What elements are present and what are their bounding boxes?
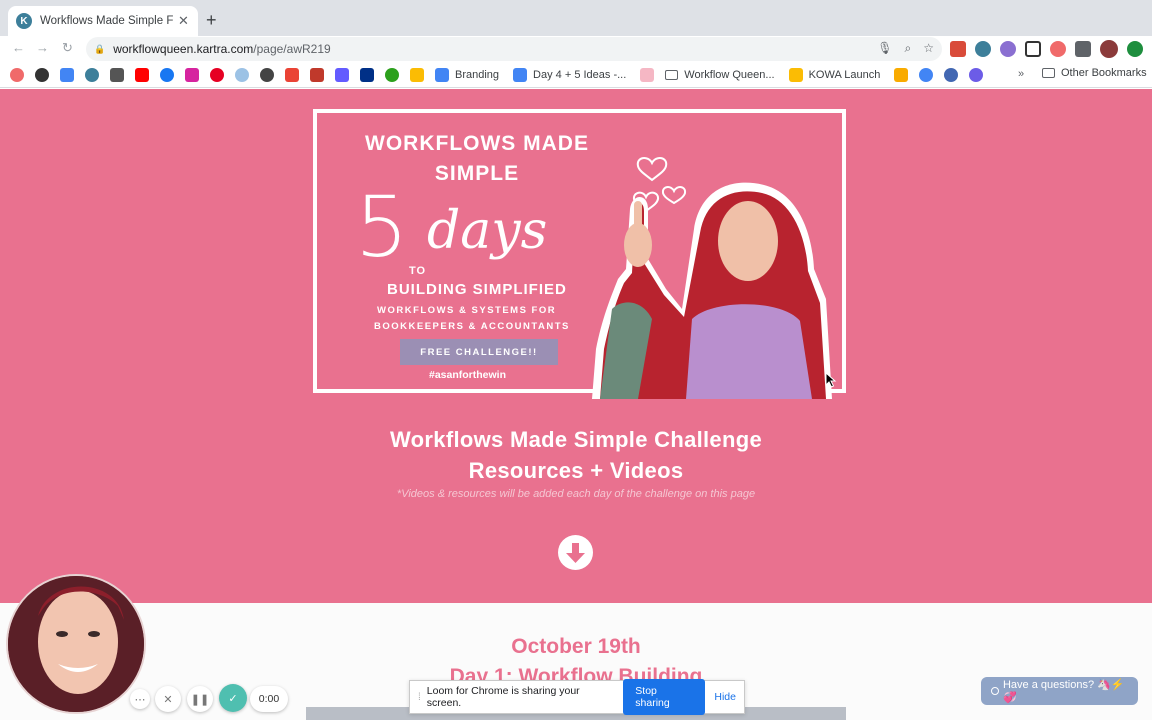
drive-icon xyxy=(788,67,803,82)
url-path: /page/awR219 xyxy=(253,42,331,56)
quickbooks-bookmark-icon[interactable] xyxy=(385,67,399,82)
extension-badge-icon[interactable] xyxy=(950,41,966,57)
bookmark-label: Day 4 + 5 Ideas -... xyxy=(533,68,627,81)
finish-recording-button[interactable]: ✓ xyxy=(219,684,247,712)
recording-timer: 0:00 xyxy=(250,686,288,712)
bookmark-day-ideas[interactable]: Day 4 + 5 Ideas -... xyxy=(513,67,627,82)
chat-label: Have a questions? 🦄⚡💞 xyxy=(1002,679,1125,704)
banner-hashtag: #asanforthewin xyxy=(429,369,507,381)
c-bookmark-icon[interactable] xyxy=(35,67,49,82)
calendar-bookmark-icon[interactable] xyxy=(60,67,74,82)
stop-sharing-button[interactable]: Stop sharing xyxy=(623,679,706,715)
pink-bookmark-icon[interactable] xyxy=(640,67,655,82)
chat-widget-button[interactable]: Have a questions? 🦄⚡💞 xyxy=(981,677,1138,705)
pause-recording-button[interactable]: ❚❚ xyxy=(187,686,213,712)
bookmark-workflow-queen[interactable]: Workflow Queen... xyxy=(665,68,775,81)
address-bar[interactable]: 🔒 workflowqueen.kartra.com/page/awR219 🎙… xyxy=(86,37,942,61)
youtube-bookmark-icon[interactable] xyxy=(135,67,149,82)
facebook-bookmark-icon[interactable] xyxy=(160,67,174,82)
asana-extension-icon[interactable] xyxy=(1050,41,1066,57)
more-options-icon[interactable]: ⋯ xyxy=(130,689,150,709)
resources-note: *Videos & resources will be added each d… xyxy=(396,488,756,500)
banner-days: days xyxy=(427,201,548,261)
c-blue-bookmark-icon[interactable] xyxy=(944,67,959,82)
tab-title: Workflows Made Simple FREE C xyxy=(40,15,174,27)
webcam-face-image xyxy=(8,576,144,712)
hero-section: WORKFLOWS MADE SIMPLE 5 days TO BUILDING… xyxy=(0,89,1152,603)
page-title-line1: Workflows Made Simple Challenge xyxy=(390,427,762,452)
reload-icon[interactable]: ↻ xyxy=(62,40,73,56)
microphone-icon[interactable]: 🎙 xyxy=(877,41,892,56)
drag-handle-icon[interactable]: ⁞ xyxy=(418,692,421,703)
pinterest-bookmark-icon[interactable] xyxy=(210,67,224,82)
tab-strip: K Workflows Made Simple FREE C ✕ + xyxy=(0,0,1152,36)
free-challenge-badge: FREE CHALLENGE!! xyxy=(400,339,558,365)
gear-bookmark-icon[interactable] xyxy=(235,67,249,82)
share-message: Loom for Chrome is sharing your screen. xyxy=(426,685,580,709)
loom-extension-icon[interactable] xyxy=(1000,41,1016,57)
kartra-extension-icon[interactable] xyxy=(975,41,991,57)
banner-to: TO xyxy=(409,265,427,277)
search-icon[interactable]: ⌕ xyxy=(905,41,912,56)
bookmarks-bar: Branding Day 4 + 5 Ideas -... Workflow Q… xyxy=(0,62,1152,88)
lock-icon: 🔒 xyxy=(94,43,106,54)
stripe-bookmark-icon[interactable] xyxy=(335,67,349,82)
bookmark-label: Branding xyxy=(455,68,500,81)
presenter-photo xyxy=(592,157,832,399)
banner-subtitle-line1: WORKFLOWS & SYSTEMS FOR xyxy=(377,305,557,316)
docs-icon xyxy=(435,67,449,82)
bookmarks-overflow-icon[interactable]: » xyxy=(1018,68,1024,80)
paypal-bookmark-icon[interactable] xyxy=(360,67,374,82)
banner-number: 5 xyxy=(355,178,409,276)
screen-share-notification: ⁞ Loom for Chrome is sharing your screen… xyxy=(409,679,745,715)
extensions-row xyxy=(950,40,1143,58)
folder-icon xyxy=(665,69,679,80)
arrow-down-icon xyxy=(566,543,585,563)
bookmark-branding[interactable]: Branding xyxy=(435,67,500,82)
chat-bookmark-icon[interactable] xyxy=(260,67,274,82)
challenge-banner: WORKFLOWS MADE SIMPLE 5 days TO BUILDING… xyxy=(313,109,846,399)
cancel-recording-button[interactable]: ✕ xyxy=(155,686,181,712)
new-tab-icon[interactable]: + xyxy=(206,10,217,31)
analytics-bookmark-icon[interactable] xyxy=(894,67,909,82)
bookmark-kowa-launch[interactable]: KOWA Launch xyxy=(788,67,881,82)
other-bookmarks[interactable]: Other Bookmarks xyxy=(1042,67,1147,79)
bookmark-label: KOWA Launch xyxy=(808,68,881,81)
puzzle-extensions-icon[interactable] xyxy=(1075,41,1091,57)
update-icon[interactable] xyxy=(1127,41,1143,57)
page-title-line2: Resources + Videos xyxy=(468,458,684,483)
drive-bookmark-icon[interactable] xyxy=(410,67,424,82)
star-bookmark-icon[interactable]: ☆ xyxy=(923,41,934,56)
screenshot-extension-icon[interactable] xyxy=(1025,41,1041,57)
active-tab[interactable]: K Workflows Made Simple FREE C ✕ xyxy=(8,6,198,36)
instagram-bookmark-icon[interactable] xyxy=(185,67,199,82)
banner-subtitle-line2: BOOKKEEPERS & ACCOUNTANTS xyxy=(374,321,570,332)
kartra-bookmark-icon[interactable] xyxy=(85,67,99,82)
bank-bookmark-icon[interactable] xyxy=(310,67,324,82)
docs-icon xyxy=(513,67,528,82)
image-bookmark-icon[interactable] xyxy=(110,67,124,82)
gmail-bookmark-icon[interactable] xyxy=(285,67,299,82)
url-host: workflowqueen.kartra.com xyxy=(113,42,254,56)
profile-avatar[interactable] xyxy=(1100,40,1118,58)
forward-icon[interactable]: → xyxy=(36,40,49,55)
sync-bookmark-icon[interactable] xyxy=(919,67,934,82)
asana-bookmark-icon[interactable] xyxy=(10,67,24,82)
flower-bookmark-icon[interactable] xyxy=(969,67,984,82)
back-icon[interactable]: ← xyxy=(12,40,25,55)
scroll-down-button[interactable] xyxy=(558,535,593,570)
page-title: Workflows Made Simple Challenge Resource… xyxy=(0,424,1152,486)
folder-icon xyxy=(1042,68,1055,78)
mouse-cursor-icon xyxy=(825,372,837,388)
other-bookmarks-label: Other Bookmarks xyxy=(1061,67,1147,79)
chat-status-icon xyxy=(991,687,999,695)
banner-building: BUILDING SIMPLIFIED xyxy=(387,281,567,298)
kartra-favicon-icon: K xyxy=(16,13,32,29)
close-tab-icon[interactable]: ✕ xyxy=(178,13,189,29)
hide-button[interactable]: Hide xyxy=(714,691,736,703)
day-date-heading: October 19th xyxy=(511,635,641,658)
bookmark-label: Workflow Queen... xyxy=(684,68,775,81)
loom-camera-bubble[interactable] xyxy=(6,574,146,714)
browser-toolbar: ← → ↻ 🔒 workflowqueen.kartra.com/page/aw… xyxy=(0,36,1152,62)
